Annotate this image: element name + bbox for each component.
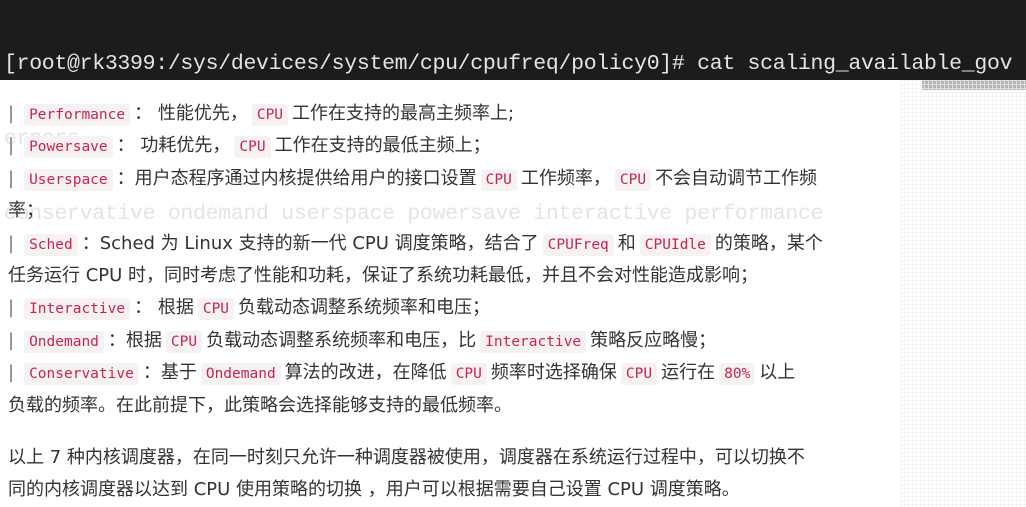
text-segment: ： 功耗优先，	[116, 135, 231, 157]
text-segment: 负载动态调整系统频率和电压，比	[206, 329, 477, 351]
inline-code: Conservative	[24, 363, 139, 386]
inline-code: Performance	[24, 104, 131, 126]
inline-code: CPUIdle	[639, 233, 711, 256]
inline-code: CPU	[450, 363, 487, 386]
inline-code: CPU	[614, 168, 652, 191]
text-segment: 不会自动调节工作频	[655, 167, 818, 189]
text-segment: 工作在支持的最高主频率上;	[292, 103, 515, 124]
quote-bar: |	[8, 103, 15, 124]
inline-code: CPUFreq	[542, 233, 614, 256]
text-segment: ：用户态程序通过内核提供给用户的接口设置	[116, 167, 477, 189]
governor-line: | Sched ：Sched 为 Linux 支持的新一代 CPU 调度策略，结合了…	[8, 228, 898, 260]
terminal: [root@rk3399:/sys/devices/system/cpu/cpu…	[0, 0, 1026, 226]
inline-code: 80%	[719, 363, 756, 386]
governor-line: | Conservative ：基于 Ondemand 算法的改进，在降低 CPU 频率时选…	[8, 357, 898, 389]
quote-bar: |	[8, 232, 15, 254]
quote-bar: |	[8, 329, 15, 351]
text-segment: 工作频率，	[520, 167, 611, 189]
inline-code: CPU	[620, 363, 658, 386]
inline-code: CPU	[234, 136, 271, 159]
text-segment: 负载的频率。在此前提下，此策略会选择能够支持的最低频率。	[8, 394, 512, 416]
quote-bar: |	[8, 135, 15, 157]
text-segment: ：基于	[142, 362, 197, 384]
inline-code: Userspace	[24, 168, 113, 191]
inline-code: Ondemand	[24, 330, 104, 353]
inline-code: CPU	[251, 104, 289, 126]
text-segment: 负载动态调整系统频率和电压；	[238, 297, 491, 319]
text-segment: 算法的改进，在降低	[284, 362, 447, 384]
inline-code: Ondemand	[200, 363, 281, 386]
text-segment: ：根据	[107, 329, 162, 351]
governor-line: | Powersave： 功耗优先， CPU 工作在支持的最低主频上；	[8, 130, 898, 162]
governor-line: 任务运行 CPU 时，同时考虑了性能和功耗，保证了系统功耗最低，并且不会对性能造…	[8, 260, 898, 292]
quote-bar: |	[8, 297, 15, 319]
text-segment: ： 性能优先，	[134, 103, 248, 124]
text-segment: 频率时选择确保	[490, 362, 617, 384]
background-texture	[900, 80, 1026, 507]
text-segment: 工作在支持的最低主频上；	[274, 135, 491, 157]
governor-line: | Performance： 性能优先， CPU 工作在支持的最高主频率上;	[8, 98, 898, 130]
inline-code: Powersave	[24, 136, 113, 159]
governor-line: | Ondemand ：根据 CPU 负载动态调整系统频率和电压，比 Interactiv…	[8, 325, 898, 357]
text-segment: ：Sched 为 Linux 支持的新一代 CPU 调度策略，结合了	[81, 232, 539, 254]
inline-code: Interactive	[24, 298, 131, 321]
text-segment: 率；	[8, 200, 44, 222]
inline-code: Interactive	[480, 330, 587, 353]
text-segment: 的策略，某个	[714, 232, 823, 254]
governor-line: 负载的频率。在此前提下，此策略会选择能够支持的最低频率。	[8, 390, 898, 422]
inline-code: Sched	[24, 233, 78, 256]
summary-line: 同的内核调度器以达到 CPU 使用策略的切换 ，用户可以根据需要自己设置 CPU…	[8, 479, 740, 501]
document-body: | Performance： 性能优先， CPU 工作在支持的最高主频率上; | Powe…	[8, 98, 898, 507]
text-segment: 运行在	[661, 362, 716, 384]
inline-code: CPU	[165, 330, 203, 353]
quote-bar: |	[8, 362, 15, 384]
quote-bar: |	[8, 167, 15, 189]
inline-code: CPU	[480, 168, 517, 191]
summary-line: 以上 7 种内核调度器，在同一时刻只允许一种调度器被使用，调度器在系统运行过程中…	[8, 446, 805, 468]
text-segment: 策略反应略慢；	[590, 329, 717, 351]
text-segment: ： 根据	[134, 297, 194, 319]
governor-line: | Interactive： 根据 CPU 负载动态调整系统频率和电压；	[8, 292, 898, 324]
terminal-line: [root@rk3399:/sys/devices/system/cpu/cpu…	[4, 52, 1013, 76]
text-segment: 以上	[759, 362, 796, 384]
governor-line: 率；	[8, 195, 898, 227]
governor-list: | Performance： 性能优先， CPU 工作在支持的最高主频率上; | Powe…	[8, 98, 898, 422]
text-segment: 任务运行 CPU 时，同时考虑了性能和功耗，保证了系统功耗最低，并且不会对性能造…	[8, 264, 759, 286]
text-segment: 和	[617, 232, 636, 254]
inline-code: CPU	[197, 298, 235, 321]
governor-line: | Userspace ：用户态程序通过内核提供给用户的接口设置 CPU 工作频率， CP…	[8, 163, 898, 195]
